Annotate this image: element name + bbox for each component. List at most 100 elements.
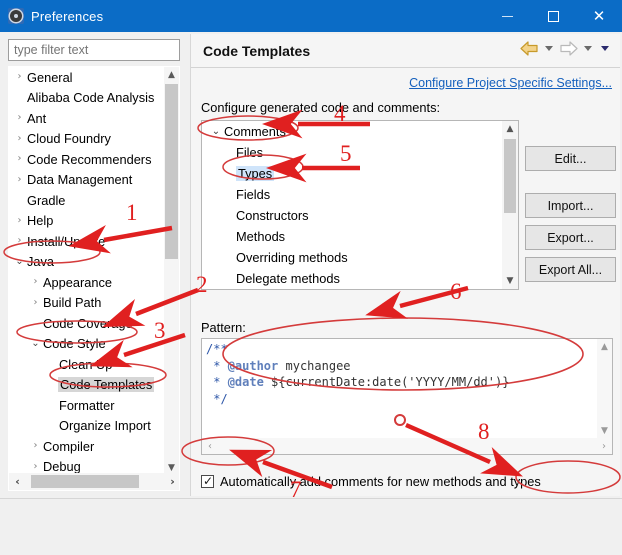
template-item-files[interactable]: Files: [202, 142, 502, 163]
template-scroll-down-icon[interactable]: ▼: [502, 273, 518, 289]
pattern-line: */: [206, 391, 228, 406]
sidebar-item-label: Compiler: [43, 438, 95, 454]
pattern-vertical-scrollbar[interactable]: ▲ ▼: [597, 339, 612, 438]
sidebar-item-alibaba-code-analysis[interactable]: Alibaba Code Analysis: [9, 88, 165, 109]
pattern-line: * @author mychangee: [206, 358, 351, 373]
sidebar-item-appearance[interactable]: › Appearance: [9, 272, 165, 293]
sidebar-item-code-coverage[interactable]: Code Coverage: [9, 313, 165, 334]
chevron-right-icon[interactable]: ›: [29, 436, 42, 456]
sidebar-item-help[interactable]: › Help: [9, 211, 165, 232]
chevron-down-icon[interactable]: ⌄: [29, 334, 42, 354]
template-scroll-up-icon[interactable]: ▲: [502, 121, 518, 137]
annotation-number-1: 1: [126, 200, 138, 225]
sidebar-item-organize-import[interactable]: Organize Import: [9, 416, 165, 437]
sidebar-item-cloud-foundry[interactable]: › Cloud Foundry: [9, 129, 165, 150]
sidebar-item-clean-up[interactable]: Clean Up: [9, 354, 165, 375]
pattern-line: * @date ${currentDate:date('YYYY/MM/dd')…: [206, 375, 510, 389]
sidebar-item-compiler[interactable]: › Compiler: [9, 436, 165, 457]
close-icon: ✕: [592, 6, 606, 25]
tree-scroll-up-icon[interactable]: ▲: [164, 67, 179, 82]
export-all-button[interactable]: Export All...: [525, 257, 616, 282]
template-item-label: Constructors: [236, 208, 309, 223]
sidebar-item-label: Build Path: [43, 295, 102, 311]
sidebar-item-label: Help: [27, 213, 54, 229]
settings-panel: Code Templates Configure Project Specifi…: [190, 34, 620, 524]
tree-vertical-scrollbar[interactable]: ▲ ▼: [164, 67, 179, 475]
chevron-right-icon[interactable]: ›: [13, 211, 26, 231]
back-dropdown-icon[interactable]: [545, 46, 553, 51]
pattern-scroll-up-icon[interactable]: ▲: [597, 339, 612, 354]
chevron-right-icon[interactable]: ›: [13, 129, 26, 149]
auto-comments-row[interactable]: Automatically add comments for new metho…: [201, 474, 541, 489]
pattern-horizontal-scrollbar[interactable]: ‹ ›: [202, 438, 612, 454]
sidebar-item-label: Gradle: [27, 192, 66, 208]
tree-scroll-right-icon[interactable]: ›: [164, 473, 179, 490]
sidebar-item-formatter[interactable]: Formatter: [9, 395, 165, 416]
dialog-body: ›GeneralAlibaba Code Analysis›Ant›Cloud …: [0, 32, 622, 524]
template-item-comments[interactable]: ⌄ Comments: [202, 121, 502, 142]
template-item-constructors[interactable]: Constructors: [202, 205, 502, 226]
template-item-label: Files: [236, 145, 264, 160]
sidebar-item-label: Clean Up: [59, 356, 113, 372]
view-menu-icon[interactable]: [601, 46, 609, 51]
tree-horizontal-scrollbar[interactable]: ‹ ›: [9, 473, 179, 490]
pattern-line: /**: [206, 342, 228, 356]
chevron-right-icon[interactable]: ›: [13, 170, 26, 190]
sidebar-item-install-update[interactable]: › Install/Update: [9, 231, 165, 252]
back-arrow-icon[interactable]: [520, 41, 539, 56]
chevron-right-icon[interactable]: ›: [13, 67, 26, 87]
tree-hscroll-thumb[interactable]: [31, 475, 139, 488]
dialog-footer: ? Apply and Close Cancel https://blog.cs…: [0, 498, 622, 555]
sidebar-item-code-templates[interactable]: Code Templates: [9, 375, 165, 396]
sidebar-item-general[interactable]: › General: [9, 67, 165, 88]
sidebar-item-java[interactable]: ⌄ Java: [9, 252, 165, 273]
auto-comments-checkbox[interactable]: [201, 474, 214, 488]
chevron-right-icon[interactable]: ›: [13, 108, 26, 128]
configure-project-settings-link[interactable]: Configure Project Specific Settings...: [409, 76, 612, 90]
chevron-right-icon[interactable]: ›: [29, 293, 42, 313]
annotation-number-2: 2: [196, 272, 208, 297]
pattern-scroll-left-icon[interactable]: ‹: [202, 438, 218, 454]
sidebar-item-gradle[interactable]: Gradle: [9, 190, 165, 211]
pattern-textarea[interactable]: /** * @author mychangee * @date ${curren…: [201, 338, 613, 455]
sidebar-item-code-style[interactable]: ⌄ Code Style: [9, 334, 165, 355]
chevron-right-icon[interactable]: ›: [13, 231, 26, 251]
edit-button[interactable]: Edit...: [525, 146, 616, 171]
template-scroll-thumb[interactable]: [504, 139, 516, 213]
sidebar-item-data-management[interactable]: › Data Management: [9, 170, 165, 191]
sidebar-item-code-recommenders[interactable]: › Code Recommenders: [9, 149, 165, 170]
forward-arrow-icon[interactable]: [559, 41, 578, 56]
chevron-right-icon[interactable]: ›: [29, 272, 42, 292]
template-item-label: Delegate methods: [236, 271, 340, 286]
chevron-down-icon[interactable]: ⌄: [13, 252, 26, 272]
import-button[interactable]: Import...: [525, 193, 616, 218]
pattern-text-content: /** * @author mychangee * @date ${curren…: [206, 341, 586, 407]
generated-code-label: Configure generated code and comments:: [201, 100, 441, 115]
template-item-methods[interactable]: Methods: [202, 226, 502, 247]
pattern-scroll-right-icon[interactable]: ›: [596, 438, 612, 454]
chevron-down-icon[interactable]: ⌄: [208, 126, 224, 137]
template-item-overriding-methods[interactable]: Overriding methods: [202, 247, 502, 268]
tree-scroll-left-icon[interactable]: ‹: [9, 473, 26, 490]
filter-input[interactable]: [8, 39, 180, 61]
sidebar-item-label: Code Style: [43, 336, 106, 352]
sidebar-item-ant[interactable]: › Ant: [9, 108, 165, 129]
maximize-button[interactable]: [530, 0, 576, 32]
pattern-scroll-down-icon[interactable]: ▼: [597, 423, 612, 438]
forward-dropdown-icon[interactable]: [584, 46, 592, 51]
template-item-fields[interactable]: Fields: [202, 184, 502, 205]
annotation-number-8: 8: [478, 419, 490, 444]
preferences-tree: › General Alibaba Code Analysis › Ant › Cloud …: [8, 66, 180, 491]
close-button[interactable]: ✕: [576, 0, 622, 32]
tree-scroll-thumb[interactable]: [165, 84, 178, 259]
sidebar-item-label: Data Management: [27, 172, 133, 188]
annotation-number-6: 6: [450, 279, 462, 304]
sidebar-item-build-path[interactable]: › Build Path: [9, 293, 165, 314]
template-vertical-scrollbar[interactable]: ▲ ▼: [502, 121, 518, 289]
template-item-types[interactable]: Types: [202, 163, 502, 184]
export-button[interactable]: Export...: [525, 225, 616, 250]
minimize-button[interactable]: [484, 0, 530, 32]
chevron-right-icon[interactable]: ›: [13, 149, 26, 169]
sidebar-item-label: Java: [27, 254, 55, 270]
sidebar-item-label: Ant: [27, 110, 47, 126]
